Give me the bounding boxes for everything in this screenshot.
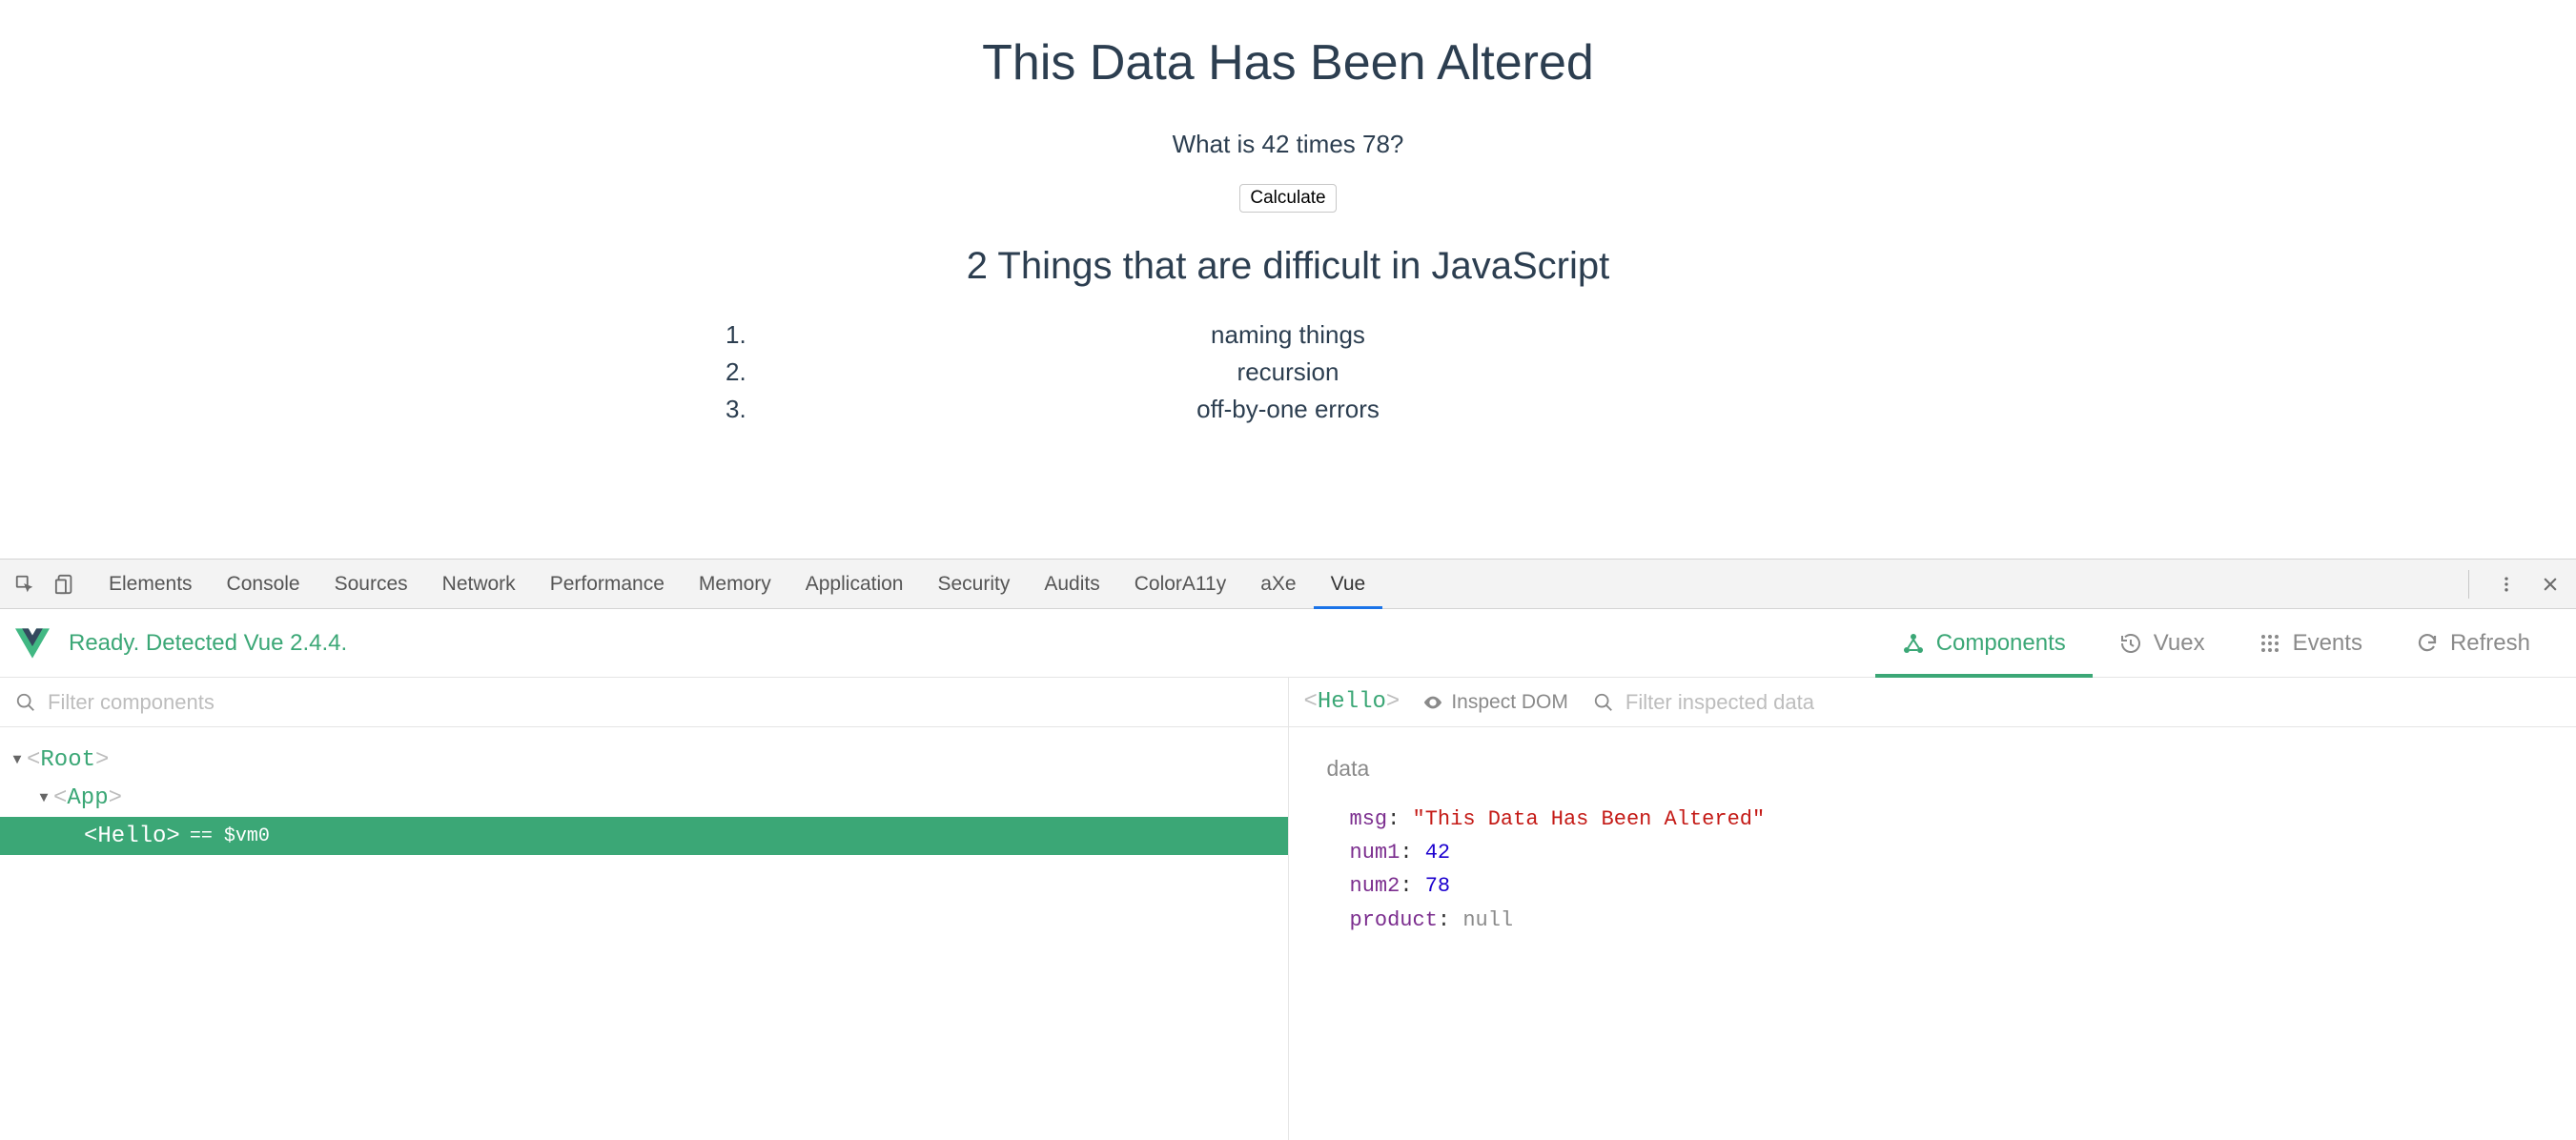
data-row-product[interactable]: product: null [1327,904,2539,937]
tab-audits[interactable]: Audits [1027,560,1116,609]
tab-sources[interactable]: Sources [317,560,425,609]
tree-node-hello[interactable]: <Hello> == $vm0 [0,817,1288,855]
tab-application[interactable]: Application [788,560,921,609]
kebab-menu-icon[interactable] [2492,570,2521,599]
data-row-num2[interactable]: num2: 78 [1327,869,2539,903]
vue-tab-label: Components [1936,630,2066,657]
tab-memory[interactable]: Memory [682,560,788,609]
close-icon[interactable] [2536,570,2565,599]
vue-tab-label: Events [2293,630,2362,657]
things-list: naming things recursion off-by-one error… [764,316,1812,428]
vue-devtools-body: ▼ <Root> ▼ <App> <Hello> == $vm0 <Hello> [0,678,2576,1140]
components-icon [1902,632,1925,655]
devtools-tab-strip: Elements Console Sources Network Perform… [0,560,2576,609]
tab-elements[interactable]: Elements [92,560,210,609]
history-icon [2119,632,2142,655]
tab-vue[interactable]: Vue [1314,560,1383,609]
component-tree-panel: ▼ <Root> ▼ <App> <Hello> == $vm0 [0,678,1289,1140]
tree-node-root[interactable]: ▼ <Root> [0,741,1288,779]
filter-inspected-data-input[interactable] [1625,690,1900,715]
vue-tab-refresh[interactable]: Refresh [2389,609,2557,678]
inspect-dom-label: Inspect DOM [1451,691,1568,714]
devtools-panel: Elements Console Sources Network Perform… [0,559,2576,1140]
component-tree-toolbar [0,678,1288,727]
inspect-element-icon[interactable] [11,571,38,598]
search-icon [1593,692,1614,713]
refresh-icon [2416,632,2439,655]
vue-tab-vuex[interactable]: Vuex [2093,609,2232,678]
vue-tab-label: Refresh [2450,630,2530,657]
vue-tab-events[interactable]: Events [2232,609,2389,678]
search-icon [15,692,36,713]
device-toolbar-icon[interactable] [51,571,78,598]
tab-axe[interactable]: aXe [1243,560,1313,609]
tab-performance[interactable]: Performance [533,560,682,609]
vue-devtools-header: Ready. Detected Vue 2.4.4. Components Vu… [0,609,2576,678]
list-item: off-by-one errors [764,391,1812,428]
list-item: naming things [764,316,1812,354]
question-text: What is 42 times 78? [0,130,2576,159]
calculate-button[interactable]: Calculate [1239,184,1336,213]
list-item: recursion [764,354,1812,391]
data-inspector-toolbar: <Hello> Inspect DOM [1289,678,2576,727]
grid-icon [2259,632,2281,655]
app-page: This Data Has Been Altered What is 42 ti… [0,0,2576,428]
filter-components-input[interactable] [48,690,322,715]
eye-icon [1422,692,1443,713]
data-row-num1[interactable]: num1: 42 [1327,836,2539,869]
vue-tab-label: Vuex [2154,630,2205,657]
page-heading: This Data Has Been Altered [0,34,2576,92]
data-section-heading: data [1327,756,2539,782]
inspect-dom-button[interactable]: Inspect DOM [1422,691,1568,714]
data-row-msg[interactable]: msg: "This Data Has Been Altered" [1327,803,2539,836]
tab-console[interactable]: Console [210,560,317,609]
chevron-down-icon: ▼ [34,790,53,806]
data-inspector-panel: <Hello> Inspect DOM data msg: "This Data… [1289,678,2576,1140]
tree-node-app[interactable]: ▼ <App> [0,779,1288,817]
vue-tab-components[interactable]: Components [1875,609,2093,678]
component-tree: ▼ <Root> ▼ <App> <Hello> == $vm0 [0,727,1288,868]
tab-security[interactable]: Security [920,560,1027,609]
vue-logo-icon [15,626,50,661]
chevron-down-icon: ▼ [8,752,27,768]
vue-status-text: Ready. Detected Vue 2.4.4. [69,630,347,657]
selected-component-tag: <Hello> [1304,689,1400,715]
tab-network[interactable]: Network [425,560,533,609]
data-panel: data msg: "This Data Has Been Altered" n… [1289,727,2576,966]
tab-colora11y[interactable]: ColorA11y [1117,560,1244,609]
vm-badge: == $vm0 [190,825,270,847]
page-subheading: 2 Things that are difficult in JavaScrip… [0,245,2576,288]
